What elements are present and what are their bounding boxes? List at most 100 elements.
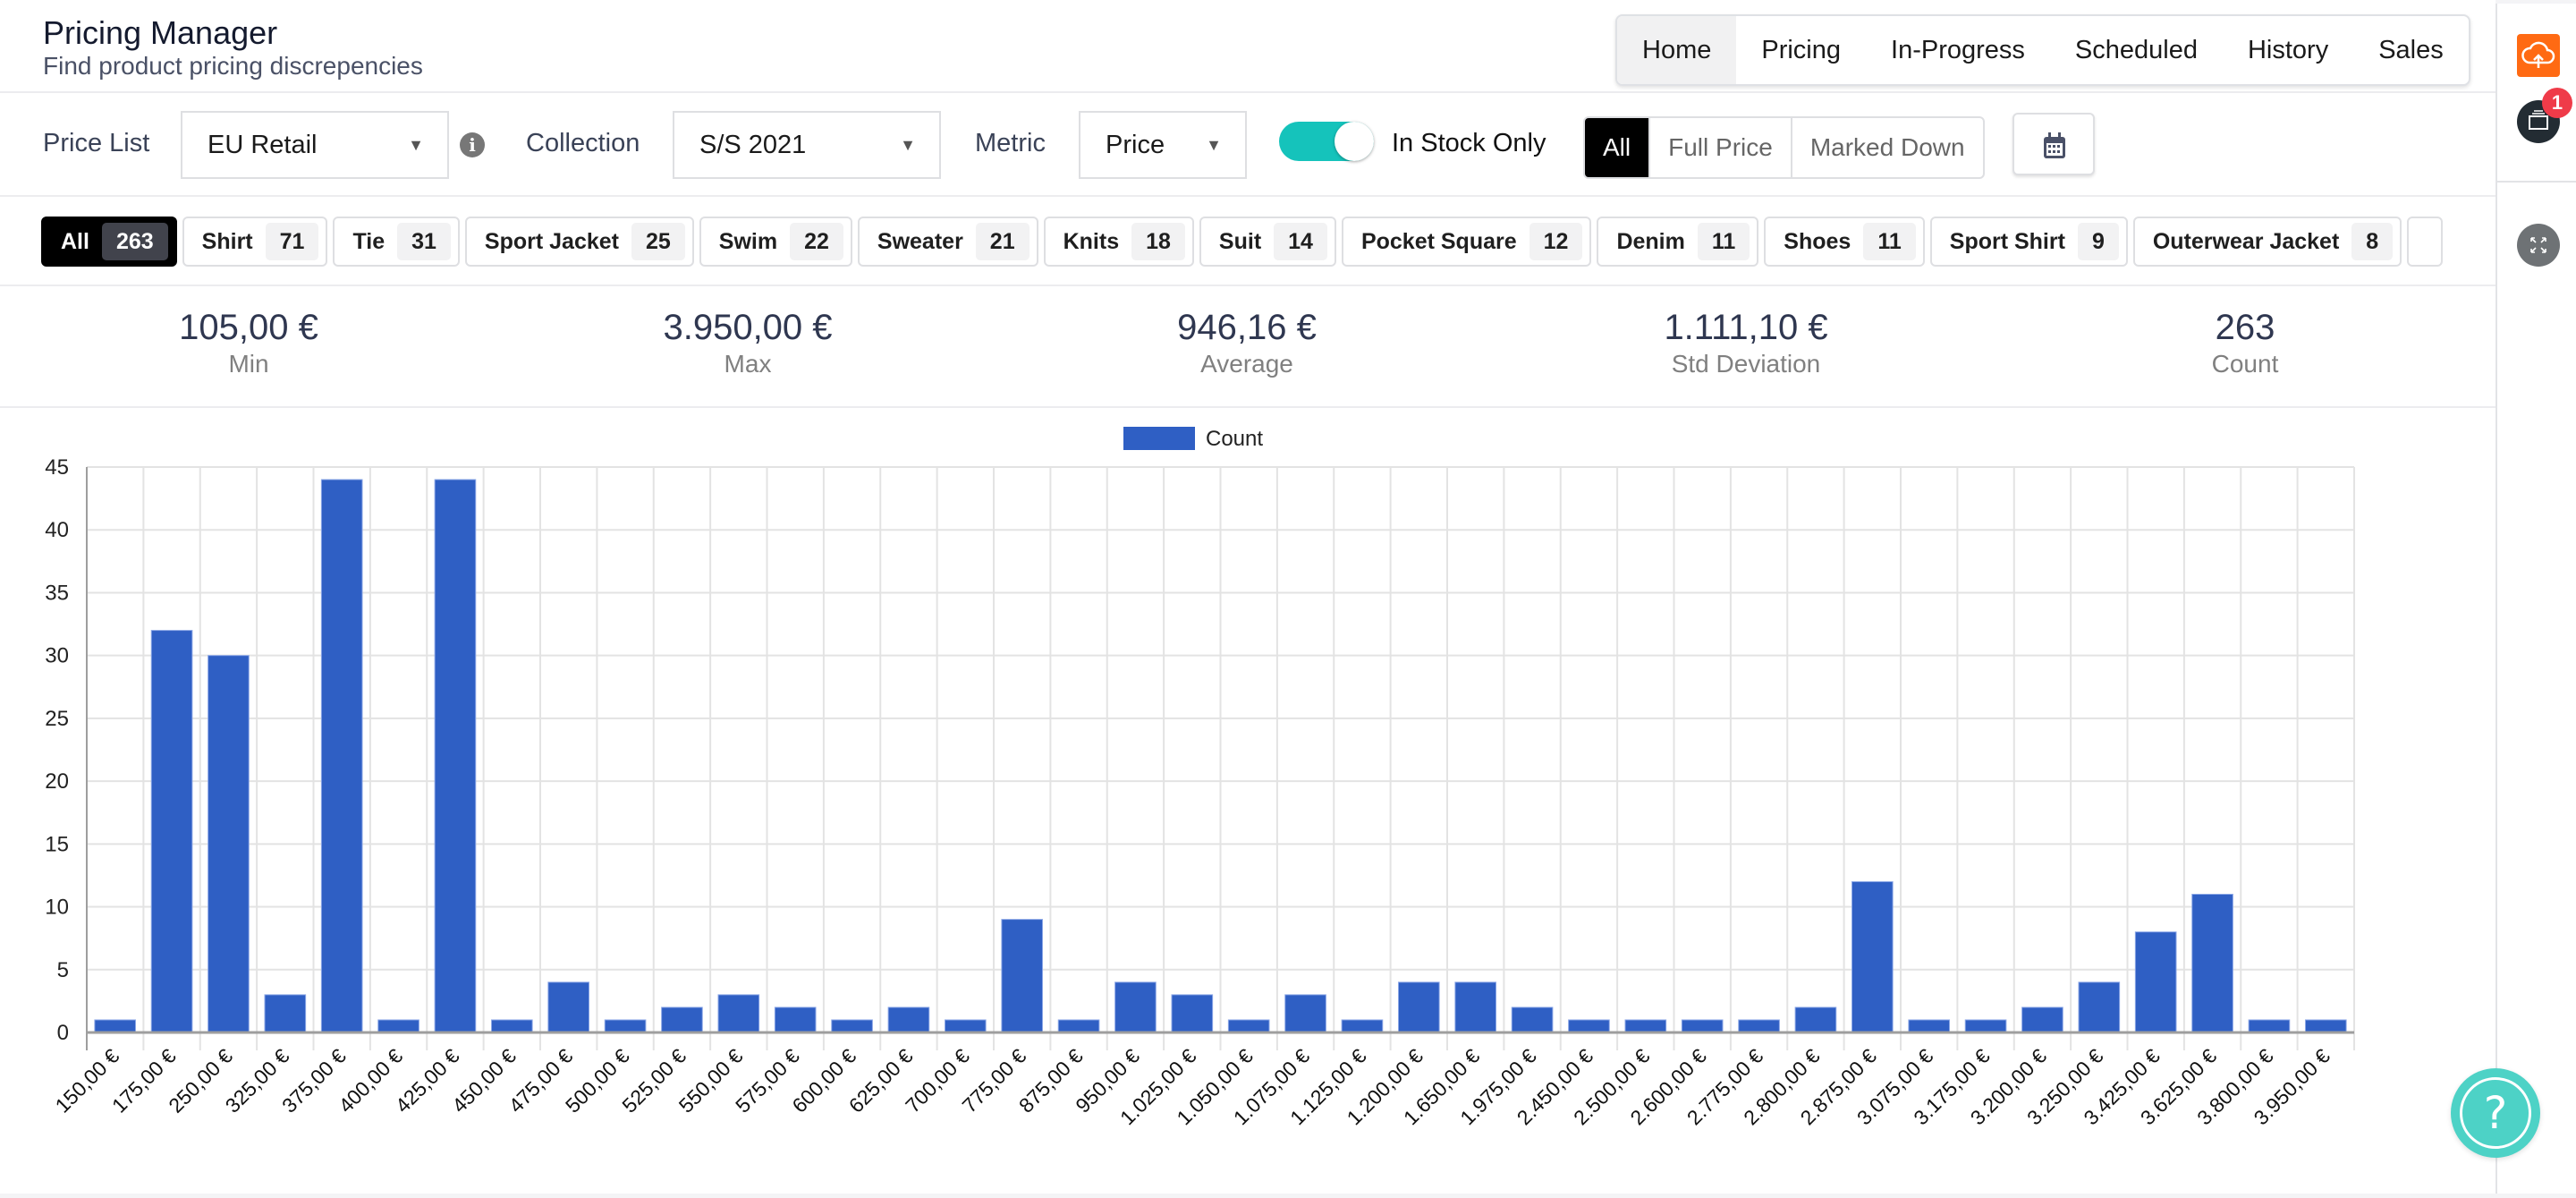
cloud-upload-icon xyxy=(2521,41,2555,68)
category-chip-sweater[interactable]: Sweater 21 xyxy=(857,217,1038,267)
stat-std-deviation: 1.111,10 € Std Deviation xyxy=(1567,308,1925,378)
price-type-full-price[interactable]: Full Price xyxy=(1648,118,1791,177)
category-chip-tie[interactable]: Tie 31 xyxy=(333,217,460,267)
bar xyxy=(2021,1007,2063,1033)
category-count: 22 xyxy=(790,223,843,260)
category-chip-overflow[interactable] xyxy=(2407,217,2444,267)
category-label: Pocket Square xyxy=(1360,228,1517,254)
nav-tab-sales[interactable]: Sales xyxy=(2353,16,2469,84)
category-chip-suit[interactable]: Suit 14 xyxy=(1199,217,1336,267)
toggle-knob xyxy=(1335,122,1374,161)
y-tick-label: 30 xyxy=(45,644,69,668)
category-chip-list: All 263 Shirt 71 Tie 31 Sport Jacket 25 Swim 22 Sw… xyxy=(41,217,2444,267)
chevron-down-icon: ▼ xyxy=(900,136,916,154)
legend-label: Count xyxy=(1206,427,1263,451)
collection-select[interactable]: S/S 2021 ▼ xyxy=(673,111,941,179)
y-tick-label: 20 xyxy=(45,769,69,794)
bar xyxy=(1568,1019,1610,1033)
price-type-all[interactable]: All xyxy=(1585,118,1649,177)
category-chip-pocket-square[interactable]: Pocket Square 12 xyxy=(1341,217,1592,267)
nav-tab-pricing[interactable]: Pricing xyxy=(1736,16,1866,84)
app-header: Pricing Manager Find product pricing dis… xyxy=(0,4,2496,93)
category-label: Tie xyxy=(352,228,386,254)
category-chip-outerwear-jacket[interactable]: Outerwear Jacket 8 xyxy=(2132,217,2402,267)
collection-label: Collection xyxy=(526,129,640,157)
stat-label: Max xyxy=(724,350,772,378)
bar xyxy=(1284,994,1326,1033)
bar xyxy=(717,994,760,1033)
nav-tab-home[interactable]: Home xyxy=(1617,16,1737,84)
info-icon[interactable]: i xyxy=(460,132,485,157)
bar xyxy=(1794,1007,1837,1033)
legend-swatch xyxy=(1123,427,1195,450)
category-count: 263 xyxy=(101,223,168,260)
price-list-label: Price List xyxy=(43,129,150,157)
bar xyxy=(490,1019,533,1033)
stat-average: 946,16 € Average xyxy=(1068,308,1426,378)
price-type-segmented: All Full Price Marked Down xyxy=(1583,116,1985,179)
category-chip-shoes[interactable]: Shoes 11 xyxy=(1764,217,1925,267)
category-label: Suit xyxy=(1218,228,1262,254)
category-label: Sport Shirt xyxy=(1949,228,2065,254)
category-chip-shirt[interactable]: Shirt 71 xyxy=(182,217,328,267)
category-chip-all[interactable]: All 263 xyxy=(41,217,177,267)
upload-button[interactable] xyxy=(2517,34,2560,77)
category-chip-swim[interactable]: Swim 22 xyxy=(699,217,852,267)
bar xyxy=(320,479,363,1033)
right-rail: 1 xyxy=(2496,4,2576,1194)
nav-tab-scheduled[interactable]: Scheduled xyxy=(2050,16,2223,84)
metric-select[interactable]: Price ▼ xyxy=(1079,111,1247,179)
category-count: 31 xyxy=(397,223,451,260)
help-icon: ? xyxy=(2460,1077,2531,1149)
category-label: Sport Jacket xyxy=(484,228,619,254)
y-tick-label: 0 xyxy=(57,1021,69,1045)
category-chip-denim[interactable]: Denim 11 xyxy=(1597,217,1759,267)
nav-tab-history[interactable]: History xyxy=(2223,16,2353,84)
category-label: Knits xyxy=(1063,228,1120,254)
category-count: 9 xyxy=(2077,223,2119,260)
bar xyxy=(944,1019,987,1033)
category-count: 18 xyxy=(1131,223,1185,260)
bar xyxy=(2248,1019,2291,1033)
category-chip-sport-shirt[interactable]: Sport Shirt 9 xyxy=(1929,217,2128,267)
top-nav: Home Pricing In-Progress Scheduled History Sa… xyxy=(1615,14,2470,86)
price-list-select[interactable]: EU Retail ▼ xyxy=(181,111,449,179)
category-count: 11 xyxy=(1863,223,1916,260)
bar xyxy=(547,981,590,1033)
bar xyxy=(150,630,193,1033)
help-button[interactable]: ? xyxy=(2451,1068,2540,1158)
stat-label: Count xyxy=(2211,350,2279,378)
category-filter-bar: All 263 Shirt 71 Tie 31 Sport Jacket 25 Swim 22 Sw… xyxy=(0,197,2496,286)
bar xyxy=(1114,981,1157,1033)
bar xyxy=(1397,981,1440,1033)
bar xyxy=(1001,919,1044,1033)
category-label: Outerwear Jacket xyxy=(2152,228,2340,254)
category-label: All xyxy=(61,228,89,254)
category-chip-sport-jacket[interactable]: Sport Jacket 25 xyxy=(464,217,694,267)
stat-label: Std Deviation xyxy=(1671,350,1821,378)
stat-value: 3.950,00 € xyxy=(663,308,833,347)
expand-button[interactable] xyxy=(2517,224,2560,267)
stat-max: 3.950,00 € Max xyxy=(569,308,927,378)
price-type-marked-down[interactable]: Marked Down xyxy=(1790,118,1983,177)
bar xyxy=(2134,931,2177,1033)
category-count: 12 xyxy=(1529,223,1583,260)
category-count: 21 xyxy=(975,223,1030,260)
collection-value: S/S 2021 xyxy=(699,131,807,159)
category-chip-knits[interactable]: Knits 18 xyxy=(1043,217,1194,267)
metric-label: Metric xyxy=(975,129,1046,157)
in-stock-toggle[interactable] xyxy=(1279,122,1374,161)
calendar-button[interactable] xyxy=(2012,113,2095,175)
price-histogram: Count 0 5 10 15 20 25 30 35 40 45 150,00 €175,00 €2… xyxy=(0,410,2496,1194)
expand-icon xyxy=(2530,237,2546,253)
category-count: 14 xyxy=(1274,223,1327,260)
y-tick-label: 5 xyxy=(57,958,69,982)
chevron-down-icon: ▼ xyxy=(408,136,424,154)
stat-label: Min xyxy=(228,350,269,378)
category-count: 25 xyxy=(631,223,685,260)
nav-tab-in-progress[interactable]: In-Progress xyxy=(1866,16,2050,84)
bar xyxy=(1851,880,1894,1033)
notification-badge: 1 xyxy=(2542,88,2572,118)
category-label: Sweater xyxy=(877,228,963,254)
filter-bar: Price List EU Retail ▼ i Collection S/S … xyxy=(0,95,2496,197)
